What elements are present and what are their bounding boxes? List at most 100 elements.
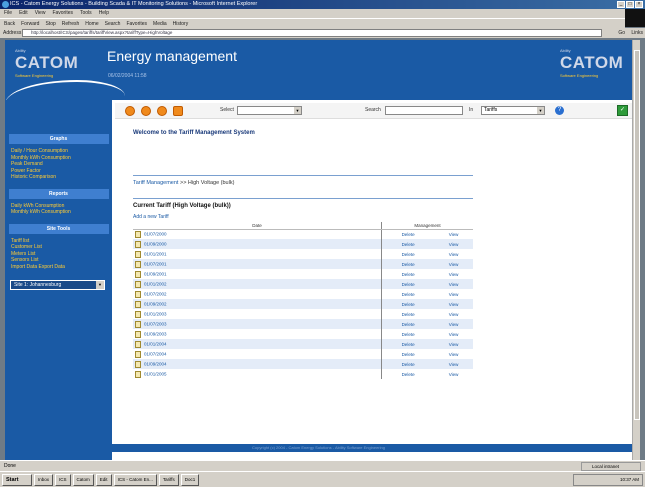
delete-link[interactable]: Delete	[382, 359, 435, 369]
back-button[interactable]: Back	[4, 19, 15, 28]
delete-link[interactable]: Delete	[382, 259, 435, 269]
taskbar-item[interactable]: Catom	[72, 473, 94, 486]
minimize-button[interactable]: _	[617, 1, 625, 8]
tariff-date[interactable]: 01/07/2000	[144, 231, 167, 236]
tariff-date[interactable]: 01/07/2003	[144, 321, 167, 326]
page-footer: Copyright (c) 2004 - Catom Energy Soluti…	[5, 444, 632, 452]
tariff-date[interactable]: 01/07/2004	[144, 351, 167, 356]
delete-link[interactable]: Delete	[382, 369, 434, 379]
page-scrollbar[interactable]	[632, 40, 640, 460]
view-link[interactable]: View	[434, 269, 473, 279]
view-link[interactable]: View	[434, 299, 473, 309]
favorites-button[interactable]: Favorites	[126, 19, 147, 28]
back-icon[interactable]	[141, 106, 151, 116]
breadcrumb-tariff-management[interactable]: Tariff Management	[133, 180, 178, 186]
delete-link[interactable]: Delete	[382, 339, 435, 349]
home-button[interactable]: Home	[85, 19, 98, 28]
view-link[interactable]: View	[434, 229, 473, 239]
delete-link[interactable]: Delete	[382, 349, 434, 359]
export-excel-icon[interactable]: ✓	[617, 105, 628, 116]
delete-link[interactable]: Delete	[382, 249, 434, 259]
view-link[interactable]: View	[434, 319, 473, 329]
media-button[interactable]: Media	[153, 19, 167, 28]
site-location-select[interactable]: Site 1: Johannesburg ▼	[10, 280, 105, 290]
search-button[interactable]: Search	[105, 19, 121, 28]
history-button[interactable]: History	[173, 19, 189, 28]
tariff-date[interactable]: 01/09/2002	[144, 301, 167, 306]
links-button[interactable]: Links	[631, 29, 643, 37]
tariff-date[interactable]: 01/09/2004	[144, 361, 167, 366]
tariff-date[interactable]: 01/01/2005	[144, 371, 167, 376]
tariff-date[interactable]: 01/09/2003	[144, 331, 167, 336]
search-input[interactable]	[385, 106, 463, 115]
forward-button[interactable]: Forward	[21, 19, 39, 28]
sidebar-link[interactable]: Monthly kWh Consumption	[11, 209, 106, 216]
menu-file[interactable]: File	[4, 9, 12, 18]
menu-favorites[interactable]: Favorites	[52, 9, 73, 18]
taskbar-item[interactable]: Tariffs	[158, 473, 179, 486]
view-link[interactable]: View	[434, 239, 473, 249]
help-icon[interactable]: ?	[555, 106, 564, 115]
view-link[interactable]: View	[434, 369, 473, 379]
taskbar-item[interactable]: ICS - Catom En...	[113, 473, 157, 486]
sidebar-link[interactable]: Import Data Export Data	[11, 264, 106, 271]
delete-link[interactable]: Delete	[382, 279, 435, 289]
menu-view[interactable]: View	[35, 9, 46, 18]
print-icon[interactable]	[157, 106, 167, 116]
address-input[interactable]: http://localhost/ICS/pages/tariffs/tarif…	[22, 29, 602, 37]
view-link[interactable]: View	[434, 309, 473, 319]
taskbar-item[interactable]: ICS	[55, 473, 71, 486]
tariff-date[interactable]: 01/01/2003	[144, 311, 167, 316]
taskbar-item[interactable]: Inbox	[34, 473, 54, 486]
site-select[interactable]: ▼	[237, 106, 302, 115]
catom-logo-left[interactable]: Ability CATOM Software Engineering	[15, 48, 78, 78]
sidebar-links-site-tools: Tariff list Customer List Meters List Se…	[5, 234, 112, 279]
add-tariff-link[interactable]: Add a new Tariff	[133, 214, 169, 220]
start-button[interactable]: Start	[2, 473, 32, 486]
menu-tools[interactable]: Tools	[80, 9, 92, 18]
tariff-date[interactable]: 01/09/2000	[144, 241, 167, 246]
taskbar-item[interactable]: Edit	[95, 473, 112, 486]
tariff-date-cell: 01/09/2000	[133, 239, 381, 249]
delete-link[interactable]: Delete	[382, 329, 434, 339]
delete-link[interactable]: Delete	[382, 309, 434, 319]
search-scope-select[interactable]: Tariffs ▼	[481, 106, 545, 115]
view-link[interactable]: View	[434, 249, 473, 259]
tariff-date[interactable]: 01/07/2001	[144, 261, 167, 266]
column-header-management: Management	[382, 222, 473, 230]
tariff-table: Date Management 01/07/2000 Delete View 01/0…	[133, 222, 473, 379]
tariff-date[interactable]: 01/01/2002	[144, 281, 167, 286]
view-link[interactable]: View	[434, 279, 473, 289]
document-icon	[135, 320, 141, 328]
go-button[interactable]: Go	[618, 29, 625, 37]
delete-link[interactable]: Delete	[382, 289, 434, 299]
tariff-date[interactable]: 01/01/2001	[144, 251, 167, 256]
stop-button[interactable]: Stop	[45, 19, 55, 28]
home-icon[interactable]	[125, 106, 135, 116]
delete-link[interactable]: Delete	[382, 319, 435, 329]
delete-link[interactable]: Delete	[382, 269, 434, 279]
tariff-date[interactable]: 01/09/2001	[144, 271, 167, 276]
sidebar-heading-graphs: Graphs	[8, 134, 109, 144]
scrollbar-thumb[interactable]	[634, 50, 640, 420]
view-link[interactable]: View	[434, 349, 473, 359]
taskbar-item[interactable]: Doc1	[180, 473, 200, 486]
delete-link[interactable]: Delete	[382, 229, 434, 239]
logout-icon[interactable]	[173, 106, 183, 116]
tariff-date[interactable]: 01/07/2002	[144, 291, 167, 296]
table-row: 01/01/2003 Delete View	[133, 309, 473, 319]
view-link[interactable]: View	[434, 289, 473, 299]
tariff-date[interactable]: 01/01/2004	[144, 341, 167, 346]
menu-edit[interactable]: Edit	[19, 9, 28, 18]
view-link[interactable]: View	[434, 329, 473, 339]
view-link[interactable]: View	[434, 339, 473, 349]
refresh-button[interactable]: Refresh	[62, 19, 80, 28]
delete-link[interactable]: Delete	[382, 299, 435, 309]
close-button[interactable]: ×	[635, 1, 643, 8]
delete-link[interactable]: Delete	[382, 239, 435, 249]
view-link[interactable]: View	[434, 359, 473, 369]
menu-help[interactable]: Help	[99, 9, 109, 18]
maximize-button[interactable]: □	[626, 1, 634, 8]
view-link[interactable]: View	[434, 259, 473, 269]
sidebar-link[interactable]: Historic Comparison	[11, 174, 106, 181]
